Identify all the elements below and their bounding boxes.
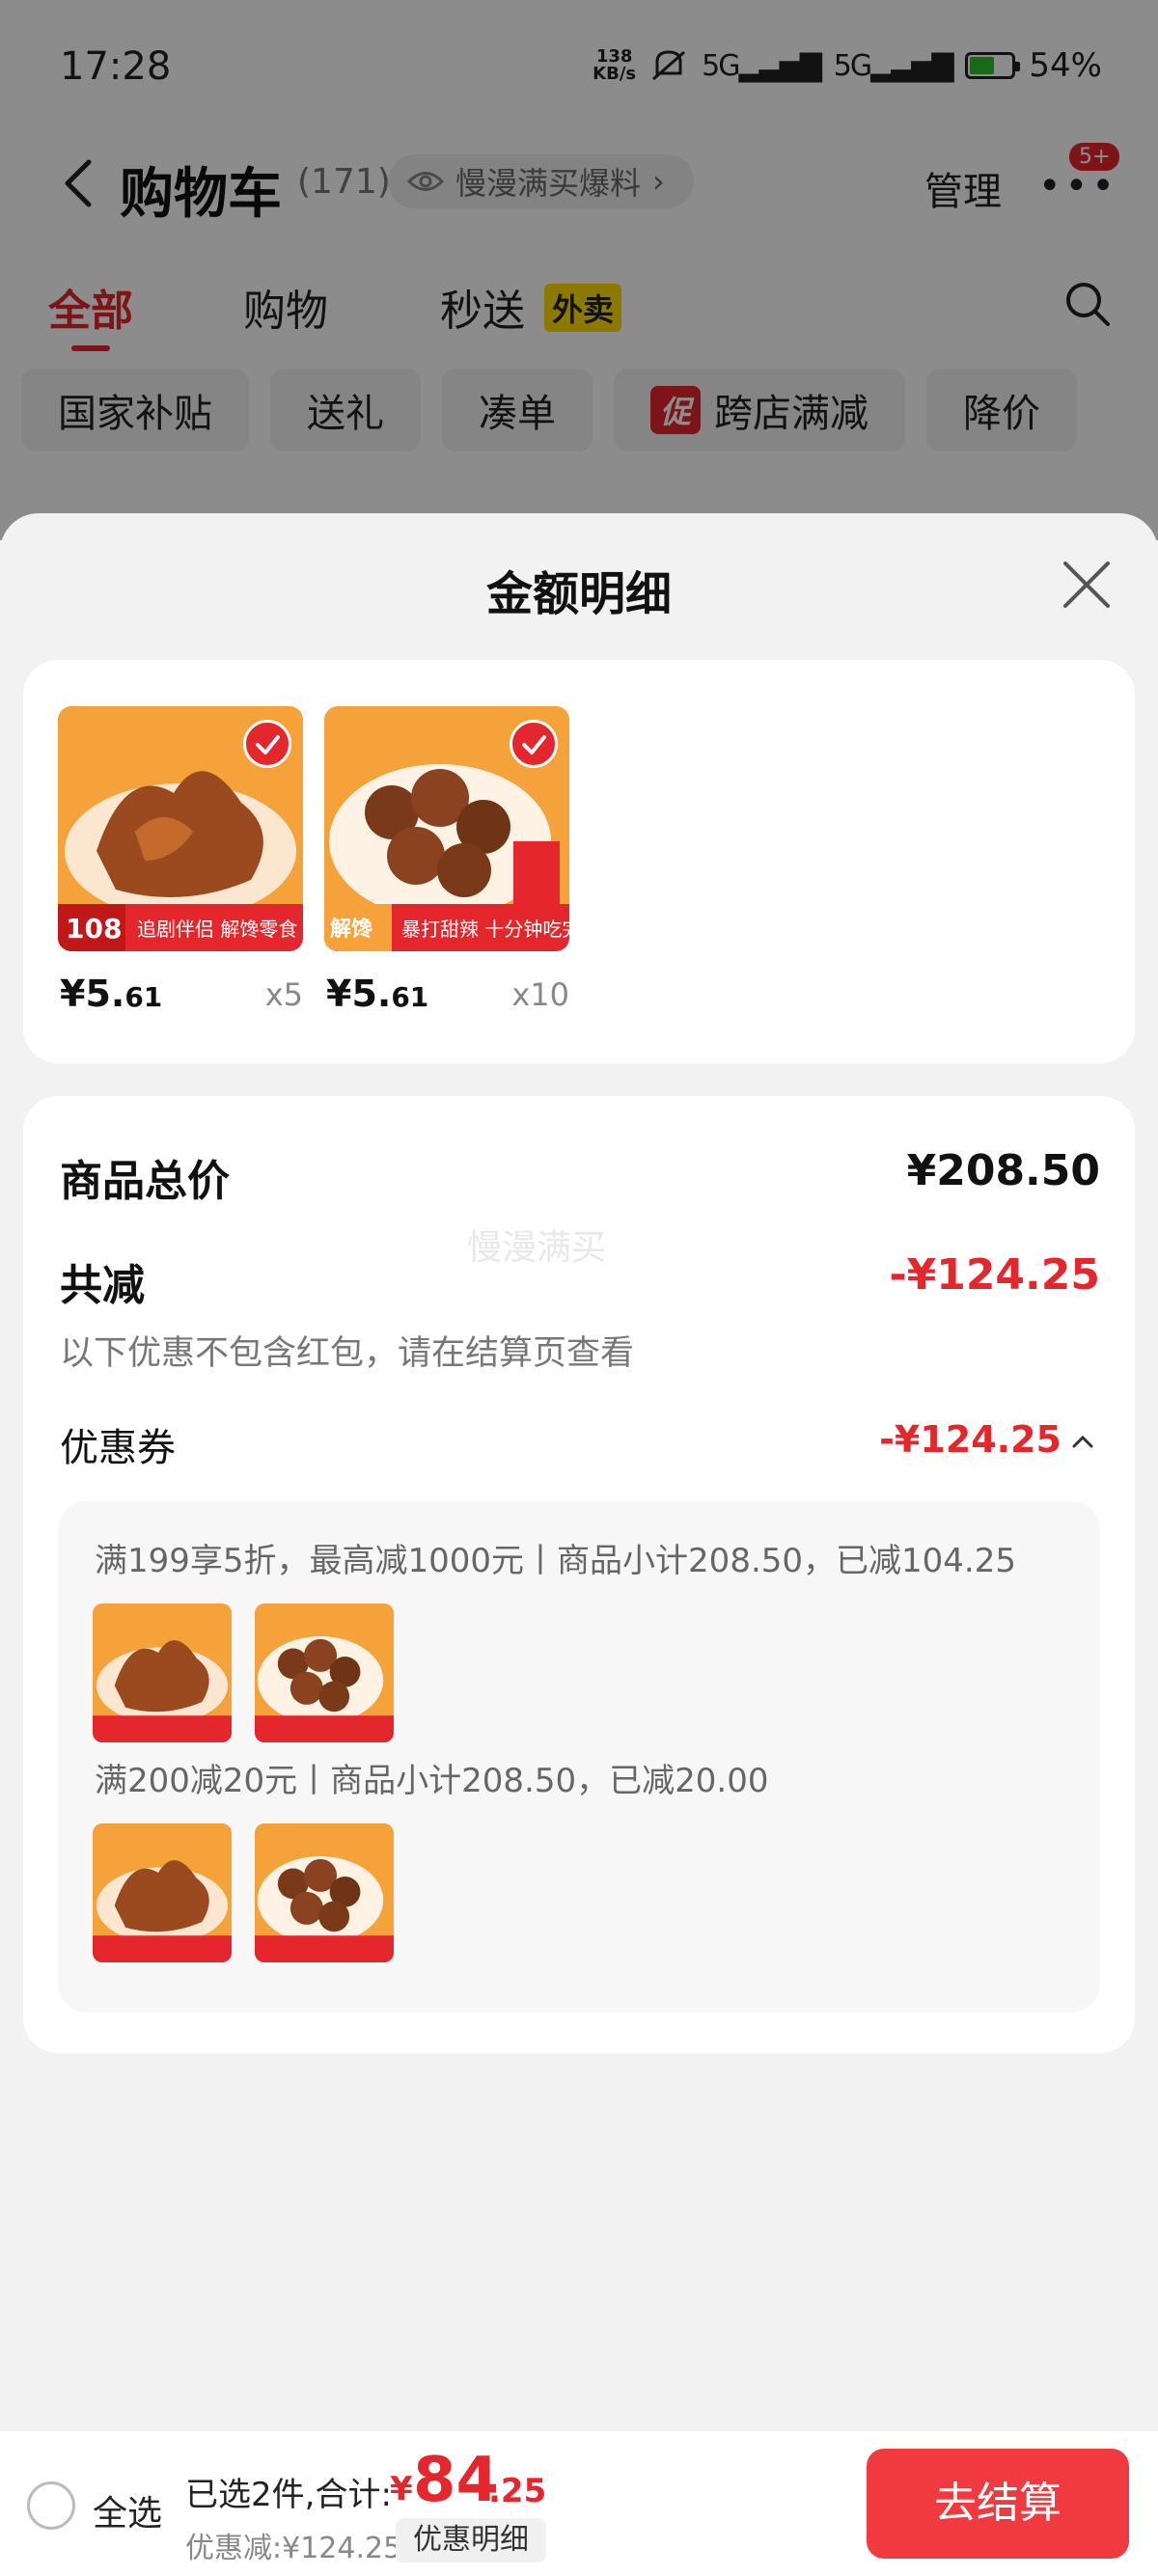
discount-detail-button[interactable]: 优惠明细 [396, 2518, 546, 2562]
discount-total: 优惠减:¥124.25 [185, 2532, 402, 2565]
coupon-value[interactable]: -¥124.25 [879, 1418, 1062, 1461]
selected-summary: 已选2件,合计: [185, 2476, 392, 2514]
duck-neck-thumbnail [255, 1823, 394, 1962]
coupon-rule-1: 满199享5折，最高减1000元丨商品小计208.50，已减104.25 [95, 1542, 1016, 1580]
reduce-label: 共减 [60, 1261, 145, 1310]
product-price: ¥5.61 [60, 973, 163, 1015]
product-item[interactable]: 108 追剧伴侣 解馋零食 ¥5.61 x5 [58, 706, 303, 1015]
sheet-title: 金额明细 [485, 567, 672, 621]
modal-overlay[interactable] [0, 0, 1158, 540]
duck-wing-thumbnail [93, 1603, 232, 1742]
duck-wing-thumbnail [93, 1823, 232, 1962]
close-icon[interactable] [1062, 560, 1112, 610]
coupon-rule-2: 满200减20元丨商品小计208.50，已减20.00 [95, 1762, 769, 1800]
svg-text:追剧伴侣 解馋零食: 追剧伴侣 解馋零食 [137, 918, 297, 941]
product-item[interactable]: 解馋 暴打甜辣 十分钟吃完 ¥5.61 x10 [324, 706, 569, 1015]
product-price: ¥5.61 [326, 973, 429, 1015]
price-detail-card: 商品总价 ¥208.50 慢漫满买 共减 -¥124.25 以下优惠不包含红包，… [23, 1096, 1135, 2053]
checkout-button[interactable]: 去结算 [867, 2449, 1129, 2559]
total-amount: 84 [413, 2445, 500, 2516]
watermark: 慢漫满买 [467, 1228, 607, 1268]
total-price-value: ¥208.50 [906, 1146, 1100, 1195]
svg-text:108: 108 [66, 913, 122, 945]
discount-hint: 以下优惠不包含红包，请在结算页查看 [60, 1334, 635, 1373]
coupon-label: 优惠券 [60, 1426, 176, 1470]
reduce-value: -¥124.25 [889, 1250, 1100, 1300]
selected-check-icon[interactable] [510, 720, 558, 768]
coupon-rule-2-products [93, 1823, 394, 1962]
select-all-radio[interactable] [27, 2481, 75, 2530]
coupon-breakdown: 满199享5折，最高减1000元丨商品小计208.50，已减104.25 满20… [58, 1501, 1100, 2013]
amount-detail-sheet: 金额明细 108 追剧伴侣 解馋零食 ¥5.61 x5 解馋 暴打甜辣 十分钟吃… [0, 513, 1158, 2576]
select-all-label[interactable]: 全选 [93, 2485, 162, 2535]
total-price-label: 商品总价 [60, 1157, 230, 1206]
product-quantity: x5 [264, 976, 303, 1013]
svg-text:暴打甜辣 十分钟吃完: 暴打甜辣 十分钟吃完 [401, 918, 569, 941]
chevron-up-icon[interactable] [1071, 1434, 1094, 1449]
product-quantity: x10 [511, 976, 569, 1013]
selected-products-card: 108 追剧伴侣 解馋零食 ¥5.61 x5 解馋 暴打甜辣 十分钟吃完 ¥5.… [23, 660, 1135, 1063]
checkout-bar: 全选 已选2件,合计: ¥ 84 .25 优惠减:¥124.25 优惠明细 去结… [0, 2431, 1158, 2576]
coupon-rule-1-products [93, 1603, 394, 1742]
total-currency: ¥ [390, 2470, 413, 2508]
total-amount-decimal: .25 [488, 2472, 547, 2510]
duck-neck-thumbnail [255, 1603, 394, 1742]
duck-neck-product-image: 解馋 暴打甜辣 十分钟吃完 [324, 706, 569, 951]
svg-text:解馋: 解馋 [330, 917, 372, 942]
duck-wing-product-image: 108 追剧伴侣 解馋零食 [58, 706, 303, 951]
selected-check-icon[interactable] [243, 720, 291, 768]
